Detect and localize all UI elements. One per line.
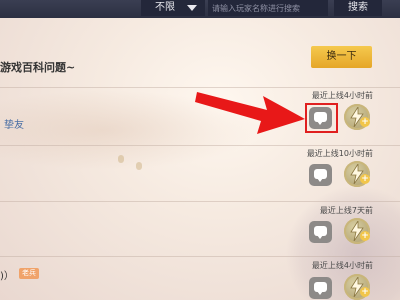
message-bubble-icon	[314, 169, 327, 182]
message-button[interactable]	[309, 221, 332, 243]
interact-button[interactable]: +	[344, 218, 370, 244]
friend-row: 最近上线4小时前 +	[0, 257, 400, 300]
top-bar: 不限 搜索	[0, 0, 400, 18]
message-button[interactable]	[309, 164, 332, 186]
section-title: 游戏百科问题~	[0, 61, 76, 74]
friend-list-panel: 不限 搜索 游戏百科问题~ 换一下 最近上线4小时前 + 挚友 最近上线10小时…	[0, 0, 400, 300]
plus-badge-icon: +	[360, 231, 370, 241]
message-button[interactable]	[309, 277, 332, 299]
player-name-fragment: )）	[0, 271, 14, 282]
plus-badge-icon: +	[360, 287, 370, 297]
message-bubble-icon	[314, 282, 327, 295]
veteran-badge: 老兵	[19, 268, 39, 279]
last-online-status: 最近上线7天前	[319, 206, 373, 215]
interact-button[interactable]: +	[344, 104, 370, 130]
last-online-status: 最近上线4小时前	[311, 91, 373, 100]
message-bubble-icon	[314, 226, 327, 239]
plus-badge-icon: +	[360, 117, 370, 127]
caret-down-icon	[187, 5, 197, 11]
last-online-status: 最近上线4小时前	[311, 261, 373, 270]
friend-tag: 挚友	[4, 120, 24, 131]
search-button[interactable]: 搜索	[334, 0, 382, 16]
refresh-swap-button[interactable]: 换一下	[311, 46, 372, 68]
last-online-status: 最近上线10小时前	[306, 149, 373, 158]
red-arrow-annotation	[195, 92, 305, 134]
interact-button[interactable]: +	[344, 161, 370, 187]
friend-row: 最近上线10小时前 +	[0, 146, 400, 202]
highlight-box	[305, 103, 338, 133]
search-input[interactable]	[208, 0, 328, 16]
filter-value: 不限	[155, 2, 175, 13]
filter-dropdown[interactable]: 不限	[141, 0, 205, 16]
interact-button[interactable]: +	[344, 274, 370, 300]
friend-row: 最近上线7天前 +	[0, 202, 400, 258]
plus-badge-icon: +	[360, 174, 370, 184]
